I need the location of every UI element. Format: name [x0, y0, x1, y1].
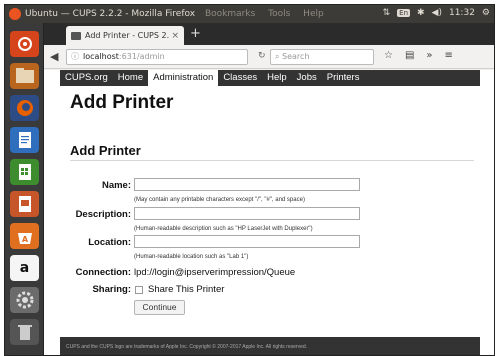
url-path: :631/admin: [118, 52, 165, 61]
cups-nav-administration[interactable]: Administration: [148, 70, 219, 86]
page-title: Add Printer: [70, 92, 174, 113]
ubuntu-top-panel: Ubuntu — CUPS 2.2.2 - Mozilla Firefox Bo…: [5, 5, 494, 23]
location-input[interactable]: [134, 235, 360, 248]
section-divider: [70, 160, 474, 161]
overflow-chevron-icon[interactable]: »: [426, 50, 432, 61]
printer-favicon-icon: [71, 31, 81, 40]
desktop-screenshot: Ubuntu — CUPS 2.2.2 - Mozilla Firefox Bo…: [4, 4, 495, 356]
libreoffice-calc-icon[interactable]: [10, 159, 39, 185]
firefox-icon[interactable]: [10, 95, 39, 121]
amazon-icon[interactable]: a: [10, 255, 39, 281]
amazon-glyph: a: [19, 260, 30, 276]
ubuntu-logo-icon[interactable]: [9, 8, 21, 20]
search-icon: ⌕: [275, 52, 283, 61]
bluetooth-icon[interactable]: ✱: [417, 8, 425, 18]
share-printer-label[interactable]: Share This Printer: [148, 284, 224, 295]
cups-nav-jobs[interactable]: Jobs: [292, 70, 322, 86]
location-label: Location:: [88, 237, 131, 248]
new-tab-button[interactable]: +: [190, 26, 201, 42]
navigation-toolbar: ◀ ⓘ localhost:631/admin ↻ ⌕ Search ☆ ▤ » …: [44, 45, 494, 69]
clock[interactable]: 11:32: [449, 8, 475, 18]
reload-icon[interactable]: ↻: [258, 51, 266, 61]
sharing-label: Sharing:: [92, 284, 131, 295]
libreoffice-writer-icon[interactable]: [10, 127, 39, 153]
back-arrow-icon[interactable]: ◀: [50, 50, 58, 63]
unity-launcher: A a: [5, 23, 44, 355]
description-input[interactable]: [134, 207, 360, 220]
name-hint: (May contain any printable characters ex…: [134, 197, 305, 203]
url-host: localhost: [83, 52, 119, 61]
url-bar[interactable]: ⓘ localhost:631/admin: [66, 49, 248, 65]
app-menu[interactable]: Bookmarks Tools Help: [205, 9, 324, 19]
tab-close-icon[interactable]: ×: [171, 31, 179, 41]
location-hint: (Human-readable location such as "Lab 1"…: [134, 254, 249, 260]
trash-icon[interactable]: [10, 319, 39, 345]
tab-label: Add Printer - CUPS 2...: [85, 31, 170, 40]
site-info-icon[interactable]: ⓘ: [71, 52, 79, 61]
cups-nav-cups-org[interactable]: CUPS.org: [60, 70, 113, 86]
network-icon[interactable]: ⇅: [383, 8, 391, 18]
continue-button[interactable]: Continue: [134, 300, 185, 315]
cups-nav-printers[interactable]: Printers: [322, 70, 365, 86]
software-center-icon[interactable]: A: [10, 223, 39, 249]
section-title: Add Printer: [70, 143, 141, 158]
libreoffice-impress-icon[interactable]: [10, 191, 39, 217]
share-printer-checkbox[interactable]: [135, 286, 143, 294]
window-title: Ubuntu — CUPS 2.2.2 - Mozilla Firefox: [25, 9, 196, 19]
name-label: Name:: [101, 180, 131, 191]
tab-add-printer[interactable]: Add Printer - CUPS 2... ×: [66, 26, 184, 45]
cups-page: CUPS.org Home Administration Classes Help Job…: [44, 70, 494, 355]
firefox-window: Add Printer - CUPS 2... × + ◀ ⓘ localhost…: [44, 23, 494, 355]
search-input[interactable]: ⌕ Search: [270, 49, 374, 65]
settings-gear-icon[interactable]: ⚙: [482, 8, 490, 18]
reading-list-icon[interactable]: ▤: [405, 50, 414, 61]
search-placeholder: Search: [282, 52, 310, 61]
cups-nav-classes[interactable]: Classes: [218, 70, 262, 86]
tab-strip: Add Printer - CUPS 2... × +: [44, 23, 494, 45]
connection-label: Connection:: [75, 267, 131, 278]
bookmark-star-icon[interactable]: ☆: [384, 50, 393, 61]
cups-navbar: CUPS.org Home Administration Classes Help Job…: [60, 70, 480, 86]
cups-nav-home[interactable]: Home: [113, 70, 148, 86]
system-settings-icon[interactable]: [10, 287, 39, 313]
toolbar-icons: ☆ ▤ » ≡: [384, 50, 453, 61]
files-icon[interactable]: [10, 63, 39, 89]
volume-icon[interactable]: ◀): [432, 8, 442, 18]
description-hint: (Human-readable description such as "HP …: [134, 226, 313, 232]
cups-nav-help[interactable]: Help: [262, 70, 292, 86]
name-input[interactable]: [134, 178, 360, 191]
hamburger-menu-icon[interactable]: ≡: [445, 50, 453, 61]
page-footer: CUPS and the CUPS logo are trademarks of…: [60, 337, 480, 355]
svg-text:A: A: [21, 235, 28, 244]
description-label: Description:: [75, 209, 131, 220]
system-tray: ⇅ En ✱ ◀) 11:32 ⚙: [383, 8, 490, 18]
keyboard-layout-indicator[interactable]: En: [397, 9, 410, 17]
connection-value: lpd://login@ipserverimpression/Queue: [134, 267, 296, 278]
dash-home-icon[interactable]: [10, 31, 39, 57]
